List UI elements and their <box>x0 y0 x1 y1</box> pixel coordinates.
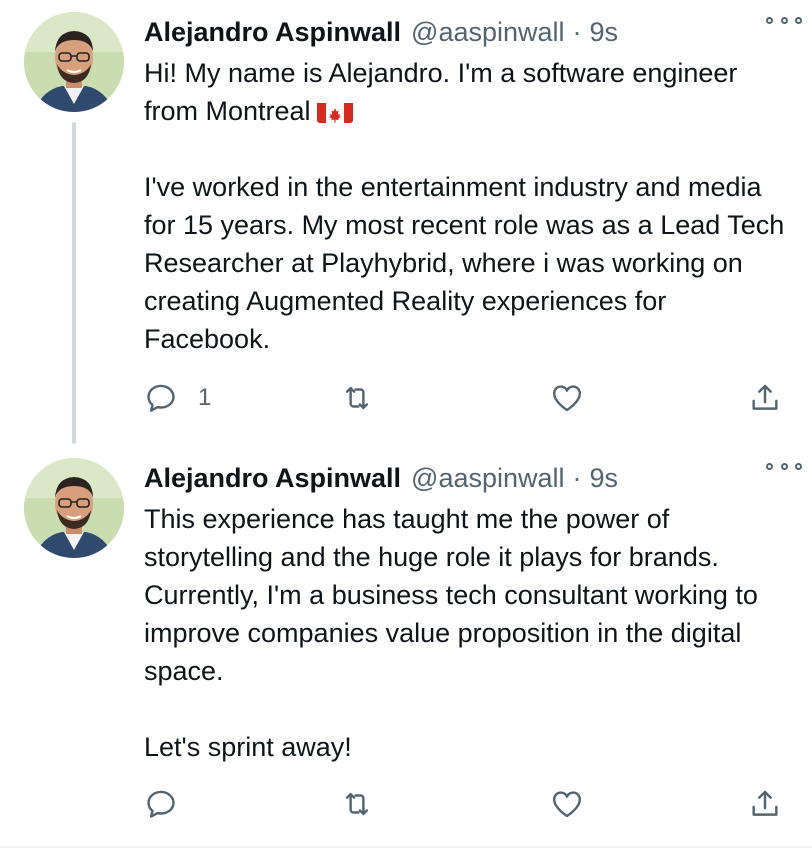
retweet-button[interactable] <box>340 784 374 824</box>
more-options-button[interactable] <box>766 456 802 476</box>
share-icon <box>752 790 778 816</box>
tweet-paragraph: I've worked in the entertainment industr… <box>144 172 785 354</box>
tweet-header: Alejandro Aspinwall @aaspinwall · 9s <box>144 14 792 50</box>
more-icon-dot <box>795 462 802 470</box>
retweet-button[interactable] <box>340 378 374 418</box>
more-icon-dot <box>780 16 788 24</box>
tweet-paragraph: Hi! My name is Alejandro. I'm a software… <box>144 54 792 130</box>
tweet-paragraph: This experience has taught me the power … <box>144 504 758 686</box>
tweet-text: Hi! My name is Alejandro. I'm a software… <box>144 54 792 358</box>
more-icon <box>766 16 773 24</box>
author-name[interactable]: Alejandro Aspinwall <box>144 460 401 496</box>
tweet-content: Alejandro Aspinwall @aaspinwall · 9s Hi!… <box>144 14 792 358</box>
separator-dot: · <box>572 17 582 47</box>
tweet[interactable]: Alejandro Aspinwall @aaspinwall · 9s Thi… <box>0 446 812 848</box>
tweet-text: This experience has taught me the power … <box>144 500 792 766</box>
tweet-actions <box>144 784 794 824</box>
like-button[interactable] <box>550 378 584 418</box>
reply-button[interactable] <box>144 784 198 824</box>
author-name[interactable]: Alejandro Aspinwall <box>144 14 401 50</box>
reply-button[interactable]: 1 <box>144 378 211 418</box>
more-icon-dot <box>780 462 788 470</box>
tweet-header: Alejandro Aspinwall @aaspinwall · 9s <box>144 460 792 496</box>
tweet-timestamp[interactable]: 9s <box>590 460 619 496</box>
avatar[interactable] <box>24 458 124 558</box>
tweet-thread: Alejandro Aspinwall @aaspinwall · 9s Hi!… <box>0 0 812 848</box>
share-icon <box>752 384 778 410</box>
share-button[interactable] <box>748 784 782 824</box>
avatar-photo <box>24 458 124 558</box>
like-button[interactable] <box>550 784 584 824</box>
thread-connector-line <box>72 122 76 444</box>
tweet-actions: 1 <box>144 378 794 418</box>
separator-dot: · <box>572 463 582 493</box>
heart-icon <box>553 791 581 818</box>
tweet-content: Alejandro Aspinwall @aaspinwall · 9s Thi… <box>144 460 792 766</box>
canada-flag-icon <box>316 99 353 123</box>
retweet-icon <box>345 386 369 410</box>
author-handle[interactable]: @aaspinwall <box>411 14 564 50</box>
reply-count: 1 <box>198 384 212 411</box>
tweet-paragraph-text: Hi! My name is Alejandro. I'm a software… <box>144 58 738 126</box>
avatar[interactable] <box>24 12 124 112</box>
tweet-paragraph: Let's sprint away! <box>144 732 352 762</box>
heart-icon <box>553 385 581 412</box>
retweet-icon <box>345 792 369 816</box>
avatar-photo <box>24 12 124 112</box>
tweet[interactable]: Alejandro Aspinwall @aaspinwall · 9s Hi!… <box>0 0 812 444</box>
tweet-timestamp[interactable]: 9s <box>590 14 619 50</box>
reply-icon <box>147 790 175 818</box>
share-button[interactable] <box>748 378 782 418</box>
more-icon <box>766 462 773 470</box>
more-options-button[interactable] <box>766 10 802 30</box>
more-icon-dot <box>795 16 802 24</box>
reply-icon <box>147 384 175 412</box>
author-handle[interactable]: @aaspinwall <box>411 460 564 496</box>
